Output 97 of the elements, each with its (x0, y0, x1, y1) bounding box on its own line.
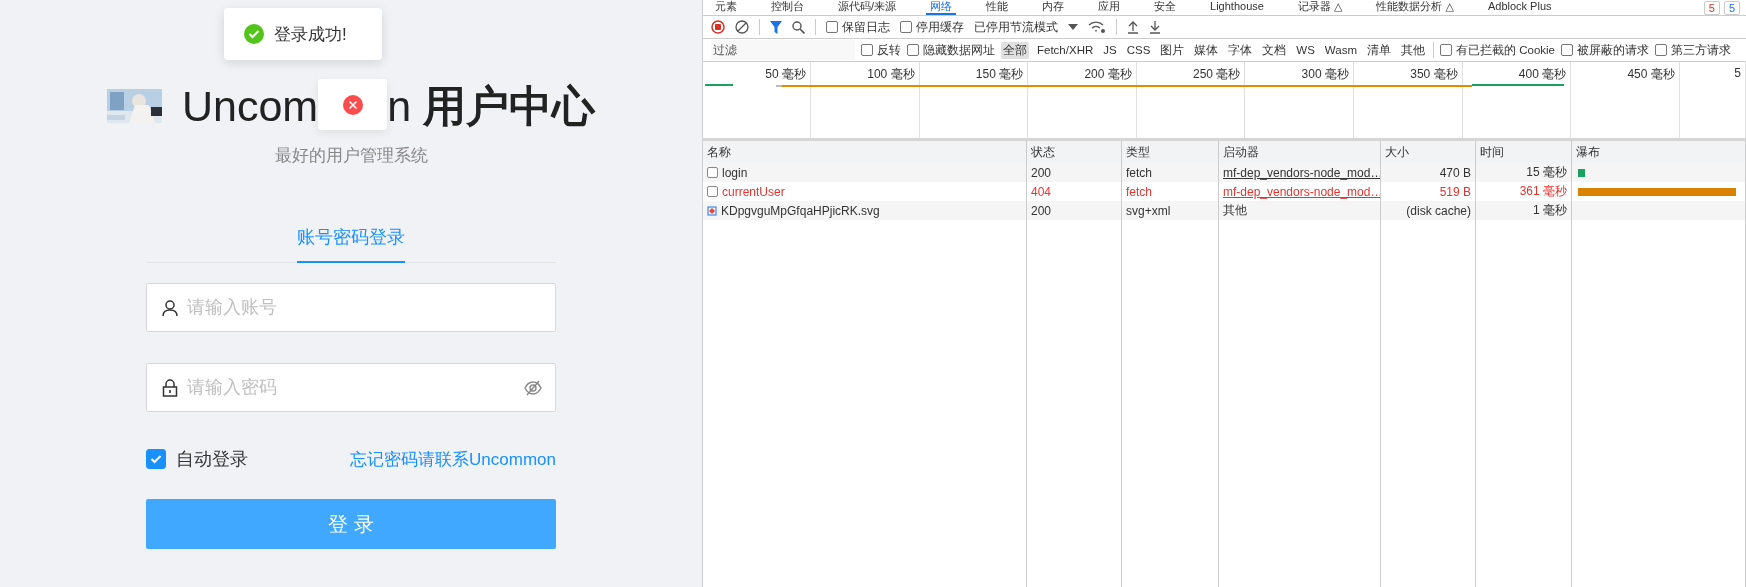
type-filter[interactable]: 媒体 (1192, 41, 1221, 59)
column-header[interactable]: 时间 (1476, 141, 1572, 164)
checkbox[interactable] (1561, 44, 1573, 56)
table-cell: 200 (1027, 201, 1122, 220)
devtools-tab[interactable]: 应用 (1094, 0, 1125, 15)
toast-message: 登录成功! (274, 23, 347, 46)
table-cell[interactable]: KDpgvguMpGfqaHPjicRK.svg (703, 201, 1027, 220)
filter-icon[interactable] (770, 20, 782, 34)
initiator-link[interactable]: mf-dep_vendors-node_mod… (1219, 163, 1381, 182)
clear-icon[interactable] (735, 20, 749, 34)
download-icon[interactable] (1149, 20, 1161, 34)
time-tick: 5 (1734, 66, 1741, 80)
error-icon (342, 94, 363, 115)
checkbox-label: 第三方请求 (1671, 42, 1731, 58)
table-cell: 15 毫秒 (1476, 163, 1572, 182)
time-tick: 250 毫秒 (1193, 66, 1241, 83)
check-icon (244, 24, 264, 44)
checkbox[interactable] (1440, 44, 1452, 56)
column-header[interactable]: 启动器 (1219, 141, 1381, 164)
column-header[interactable]: 大小 (1381, 141, 1476, 164)
image-file-icon (707, 205, 717, 216)
devtools-tab[interactable]: 记录器 △ (1293, 0, 1347, 15)
time-tick: 150 毫秒 (975, 66, 1024, 83)
file-icon (707, 186, 718, 197)
search-icon[interactable] (792, 20, 805, 34)
table-cell: fetch (1122, 163, 1219, 182)
devtools-tab[interactable]: 性能数据分析 △ (1372, 0, 1458, 15)
table-cell: 1 毫秒 (1476, 201, 1572, 220)
time-tick: 300 毫秒 (1301, 66, 1349, 83)
account-field[interactable]: 请输入账号 (185, 296, 543, 319)
table-cell: 200 (1027, 163, 1122, 182)
table-cell: svg+xml (1122, 201, 1219, 220)
devtools-tab[interactable]: 源代码/来源 (834, 0, 901, 15)
devtools-tab[interactable]: 元素 (711, 0, 741, 15)
message-count[interactable]: 5 (1723, 1, 1740, 15)
account-field[interactable]: 请输入账号 (146, 283, 556, 332)
throttling-select[interactable]: 已停用节流模式 (974, 18, 1058, 36)
type-filter[interactable]: 字体 (1226, 41, 1255, 59)
file-icon (707, 167, 718, 178)
checkbox[interactable] (900, 21, 912, 33)
checkbox[interactable] (907, 44, 919, 56)
upload-icon[interactable] (1127, 20, 1139, 34)
checkbox-label: 有已拦截的 Cookie (1456, 42, 1555, 58)
error-count[interactable]: 5 (1703, 1, 1720, 15)
record-icon[interactable] (711, 20, 725, 34)
devtools-tab[interactable]: 网络 (926, 0, 957, 15)
subtitle: 最好的用户管理系统 (274, 145, 428, 167)
user-icon (161, 298, 179, 317)
devtools-tab[interactable]: 控制台 (767, 0, 808, 15)
devtools-tab[interactable]: 安全 (1150, 0, 1181, 15)
type-filter[interactable]: 图片 (1158, 41, 1187, 59)
table-cell[interactable]: login (703, 163, 1027, 182)
column-header[interactable]: 名称 (703, 141, 1027, 164)
title-text: 用户中心 (423, 84, 596, 128)
type-filter[interactable]: WS (1294, 43, 1317, 57)
column-header[interactable]: 瀑布 (1572, 141, 1746, 164)
checkbox-label: 隐藏数据网址 (923, 42, 995, 58)
type-filter[interactable]: Wasm (1322, 43, 1359, 57)
checkbox[interactable] (861, 44, 873, 56)
devtools-tab[interactable]: 内存 (1038, 0, 1069, 15)
caret-icon[interactable] (1068, 24, 1078, 30)
checkbox[interactable] (146, 449, 166, 469)
type-filter[interactable]: JS (1101, 43, 1119, 57)
type-filter[interactable]: Fetch/XHR (1035, 43, 1096, 57)
type-filter[interactable]: CSS (1124, 43, 1153, 57)
time-tick: 50 毫秒 (765, 66, 806, 83)
time-tick: 200 毫秒 (1084, 66, 1132, 83)
filter-field[interactable]: 过滤 (711, 40, 855, 60)
type-filter[interactable]: 清单 (1365, 41, 1393, 59)
table-cell: 470 B (1381, 163, 1476, 182)
title-text: n (387, 84, 412, 128)
column-header[interactable]: 状态 (1027, 141, 1122, 164)
time-tick: 100 毫秒 (867, 66, 915, 83)
devtools-tab[interactable]: Adblock Plus (1483, 0, 1556, 15)
time-tick: 450 毫秒 (1627, 66, 1675, 83)
devtools-tab[interactable]: Lighthouse (1206, 0, 1268, 15)
column-header[interactable]: 类型 (1122, 141, 1219, 164)
checkbox-label: 保留日志 (842, 18, 890, 36)
type-filter[interactable]: 其他 (1399, 41, 1427, 59)
time-tick: 400 毫秒 (1518, 66, 1567, 83)
checkbox[interactable] (1655, 44, 1667, 56)
devtools-tab[interactable]: 性能 (982, 0, 1013, 15)
wifi-settings-icon[interactable] (1088, 20, 1106, 34)
checkbox-label: 停用缓存 (916, 18, 964, 36)
type-filter[interactable]: 文档 (1260, 41, 1289, 59)
lock-icon (161, 378, 179, 397)
checkbox-label: 自动登录 (176, 448, 248, 471)
checkbox[interactable] (826, 21, 838, 33)
checkbox-label: 反转 (877, 42, 901, 58)
table-cell: (disk cache) (1381, 201, 1476, 220)
checkbox-label: 被屏蔽的请求 (1577, 42, 1649, 58)
password-field[interactable]: 请输入密码 (146, 363, 556, 412)
time-tick: 350 毫秒 (1410, 66, 1458, 83)
type-filter[interactable]: 全部 (1001, 41, 1029, 59)
title-text: Uncom (181, 84, 319, 128)
table-cell: 其他 (1219, 201, 1381, 220)
password-field[interactable]: 请输入密码 (185, 376, 517, 399)
